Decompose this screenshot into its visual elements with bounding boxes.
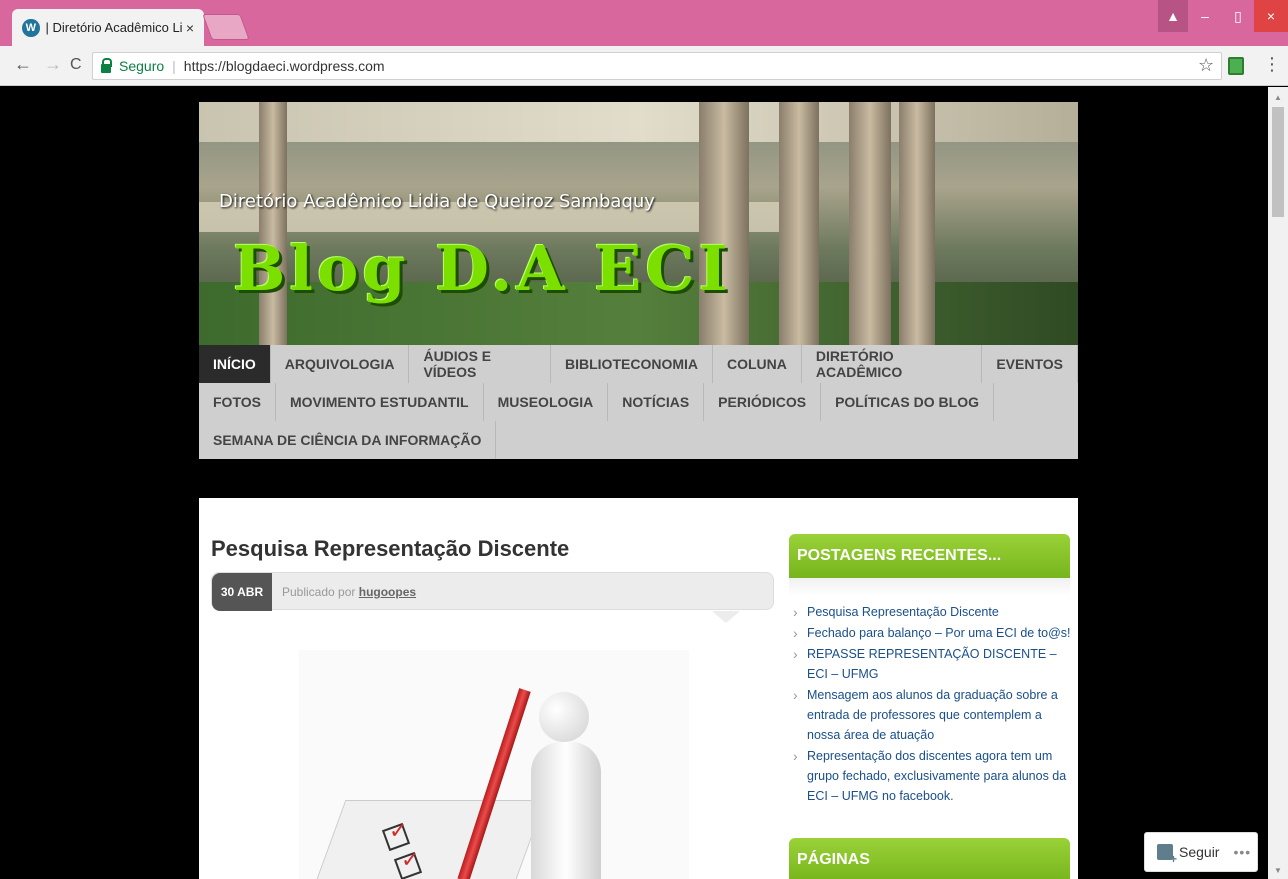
post-date-badge: 30 ABR bbox=[212, 573, 272, 611]
recent-post-link[interactable]: Pesquisa Representação Discente bbox=[791, 602, 1073, 622]
back-icon[interactable]: ← bbox=[14, 54, 32, 75]
user-profile-icon[interactable]: ▲ bbox=[1158, 0, 1188, 32]
reload-icon[interactable]: C bbox=[70, 56, 82, 74]
content-area: Pesquisa Representação Discente 30 ABR P… bbox=[199, 498, 1078, 879]
nav-item-inicio[interactable]: INÍCIO bbox=[199, 345, 271, 383]
blog-title[interactable]: Blog D.A ECI bbox=[233, 232, 732, 305]
follow-icon bbox=[1157, 844, 1177, 866]
recent-post-link[interactable]: Mensagem aos alunos da graduação sobre a… bbox=[791, 685, 1073, 745]
nav-row: SEMANA DE CIÊNCIA DA INFORMAÇÃO bbox=[199, 421, 1078, 459]
checkmark-icon: ✓ bbox=[401, 847, 420, 872]
nav-item-coluna[interactable]: COLUNA bbox=[713, 345, 802, 383]
meta-bar-notch bbox=[712, 611, 740, 623]
recent-post-link[interactable]: Representação dos discentes agora tem um… bbox=[791, 746, 1073, 806]
follow-label: Seguir bbox=[1179, 844, 1220, 860]
bookmark-star-icon[interactable]: ☆ bbox=[1198, 55, 1214, 76]
header-bg-pillar bbox=[899, 102, 935, 345]
nav-item-diretorio-academico[interactable]: DIRETÓRIO ACADÊMICO bbox=[802, 345, 983, 383]
main-navigation: INÍCIO ARQUIVOLOGIA ÁUDIOS E VÍDEOS BIBL… bbox=[199, 345, 1078, 459]
nav-item-audios-e-videos[interactable]: ÁUDIOS E VÍDEOS bbox=[409, 345, 551, 383]
recent-posts-list: Pesquisa Representação Discente Fechado … bbox=[791, 602, 1073, 807]
browser-toolbar: ← → C Seguro | https://blogdaeci.wordpre… bbox=[0, 46, 1288, 86]
nav-item-eventos[interactable]: EVENTOS bbox=[982, 345, 1078, 383]
header-bg-pillar bbox=[779, 102, 819, 345]
recent-posts-title: POSTAGENS RECENTES... bbox=[797, 547, 1002, 564]
nav-item-movimento-estudantil[interactable]: MOVIMENTO ESTUDANTIL bbox=[276, 383, 484, 421]
url-text: https://blogdaeci.wordpress.com bbox=[183, 58, 385, 74]
recent-post-link[interactable]: Fechado para balanço – Por uma ECI de to… bbox=[791, 623, 1073, 643]
published-by-label: Publicado por bbox=[282, 585, 356, 599]
widget-shadow bbox=[789, 578, 1070, 596]
header-bg-floor bbox=[199, 102, 1078, 142]
more-options-icon[interactable]: ••• bbox=[1233, 844, 1251, 860]
blog-subtitle: Diretório Acadêmico Lidia de Queiroz Sam… bbox=[219, 191, 655, 212]
minimize-button[interactable]: – bbox=[1188, 0, 1222, 32]
browser-menu-icon[interactable]: ⋮ bbox=[1263, 54, 1281, 75]
pages-title: PÁGINAS bbox=[797, 851, 870, 868]
nav-item-fotos[interactable]: FOTOS bbox=[199, 383, 276, 421]
post-meta-bar: 30 ABR Publicado por hugoopes bbox=[211, 572, 774, 623]
scroll-up-arrow-icon[interactable]: ▲ bbox=[1274, 93, 1282, 102]
nav-item-museologia[interactable]: MUSEOLOGIA bbox=[484, 383, 609, 421]
checklist-paper-graphic bbox=[312, 800, 546, 879]
post-title[interactable]: Pesquisa Representação Discente bbox=[211, 536, 569, 562]
tab-title: | Diretório Acadêmico Lic bbox=[45, 20, 182, 35]
address-bar[interactable]: Seguro | https://blogdaeci.wordpress.com bbox=[92, 52, 1222, 80]
close-tab-icon[interactable]: × bbox=[186, 20, 194, 36]
post-meta: Publicado por hugoopes bbox=[282, 585, 416, 599]
recent-post-link[interactable]: REPASSE REPRESENTAÇÃO DISCENTE – ECI – U… bbox=[791, 644, 1073, 684]
header-bg-pillar bbox=[699, 102, 749, 345]
header-bg-pillar bbox=[849, 102, 891, 345]
forward-icon[interactable]: → bbox=[44, 54, 62, 75]
blog-header-image[interactable]: Diretório Acadêmico Lidia de Queiroz Sam… bbox=[199, 102, 1078, 345]
page-scrollbar[interactable]: ▲ ▼ bbox=[1268, 87, 1288, 879]
recent-posts-heading: POSTAGENS RECENTES... bbox=[789, 534, 1070, 578]
browser-tab[interactable]: W | Diretório Acadêmico Lic × bbox=[12, 9, 204, 46]
close-window-button[interactable]: × bbox=[1254, 0, 1288, 32]
new-tab-button[interactable] bbox=[202, 14, 250, 40]
wordpress-icon: W bbox=[22, 18, 40, 37]
nav-item-periodicos[interactable]: PERIÓDICOS bbox=[704, 383, 822, 421]
nav-item-arquivologia[interactable]: ARQUIVOLOGIA bbox=[271, 345, 410, 383]
follow-button[interactable]: Seguir ••• bbox=[1144, 832, 1258, 872]
post-author-link[interactable]: hugoopes bbox=[359, 585, 416, 599]
nav-row: INÍCIO ARQUIVOLOGIA ÁUDIOS E VÍDEOS BIBL… bbox=[199, 345, 1078, 383]
checkmark-icon: ✓ bbox=[389, 818, 408, 843]
nav-row: FOTOS MOVIMENTO ESTUDANTIL MUSEOLOGIA NO… bbox=[199, 383, 1078, 421]
nav-item-biblioteconomia[interactable]: BIBLIOTECONOMIA bbox=[551, 345, 713, 383]
nav-item-semana-ciencia-informacao[interactable]: SEMANA DE CIÊNCIA DA INFORMAÇÃO bbox=[199, 421, 497, 459]
nav-item-noticias[interactable]: NOTÍCIAS bbox=[608, 383, 705, 421]
separator: | bbox=[172, 58, 176, 74]
figure-body-graphic bbox=[531, 742, 601, 879]
extension-icon[interactable] bbox=[1228, 57, 1244, 75]
figure-head-graphic bbox=[539, 692, 589, 742]
header-bg-pillar bbox=[259, 102, 287, 345]
scroll-thumb[interactable] bbox=[1272, 107, 1284, 217]
maximize-button[interactable]: ▯ bbox=[1222, 0, 1254, 32]
pages-heading: PÁGINAS bbox=[789, 838, 1070, 879]
browser-titlebar: W | Diretório Acadêmico Lic × ▲ – ▯ × bbox=[0, 0, 1288, 46]
post-featured-image[interactable]: ✓ ✓ bbox=[299, 650, 689, 879]
nav-item-politicas-do-blog[interactable]: POLÍTICAS DO BLOG bbox=[821, 383, 994, 421]
lock-icon bbox=[101, 57, 112, 73]
secure-label: Seguro bbox=[119, 58, 165, 74]
scroll-down-arrow-icon[interactable]: ▼ bbox=[1274, 866, 1282, 875]
